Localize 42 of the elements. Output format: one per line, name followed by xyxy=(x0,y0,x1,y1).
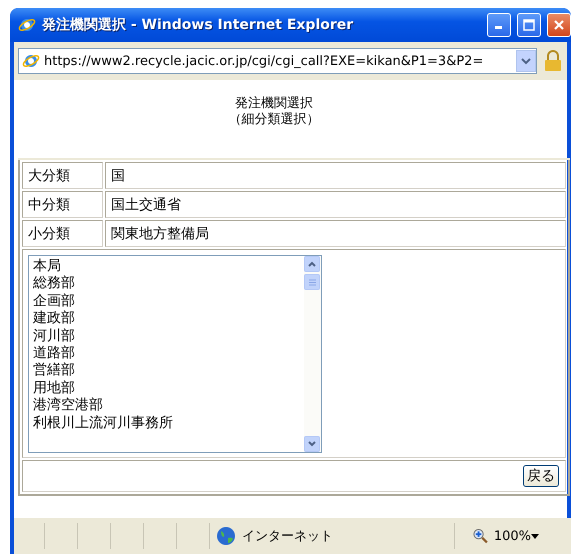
page-heading: （細分類選択） xyxy=(228,112,320,128)
scroll-up-button[interactable] xyxy=(304,256,320,272)
list-item[interactable]: 用地部 xyxy=(33,380,75,398)
list-box[interactable]: 本局 総務部 企画部 建政部 河川部 道路部 営繕部 用地部 港湾空港部 利根川上流河川事務所 xyxy=(28,255,322,453)
field-value: 関東地方整備局 xyxy=(105,220,566,247)
zone-label: インターネット xyxy=(242,528,333,545)
window-title: 発注機関選択 - Windows Internet Explorer xyxy=(42,16,354,34)
browser-icon xyxy=(18,16,36,34)
close-button[interactable] xyxy=(547,13,571,37)
list-item[interactable]: 企画部 xyxy=(33,292,75,310)
back-button[interactable]: 戻る xyxy=(523,465,559,487)
minimize-button[interactable] xyxy=(487,13,511,37)
list-item[interactable]: 営繕部 xyxy=(33,362,75,380)
field-value: 国 xyxy=(105,162,566,189)
list-item[interactable]: 利根川上流河川事務所 xyxy=(33,414,173,432)
chevron-down-icon xyxy=(308,441,316,447)
zoom-level[interactable]: 100% xyxy=(494,528,531,544)
caret-icon[interactable] xyxy=(531,534,539,538)
address-field[interactable]: https://www2.recycle.jacic.or.jp/cgi/cgi_call?EXE=kikan&P1=3&P2= xyxy=(18,48,537,74)
globe-icon xyxy=(216,526,236,546)
field-label: 中分類 xyxy=(22,191,103,218)
list-item[interactable]: 建政部 xyxy=(33,310,75,328)
scroll-thumb[interactable] xyxy=(304,274,320,290)
zoom-icon xyxy=(473,528,488,544)
field-label: 小分類 xyxy=(22,220,103,247)
chevron-down-icon xyxy=(521,57,531,65)
page-icon xyxy=(22,52,40,70)
maximize-button[interactable] xyxy=(517,13,541,37)
scroll-down-button[interactable] xyxy=(304,436,320,452)
chevron-up-icon xyxy=(308,261,316,267)
maximize-icon xyxy=(523,19,535,31)
list-item[interactable]: 河川部 xyxy=(33,328,75,346)
padlock-icon xyxy=(543,50,563,72)
dropdown-button[interactable] xyxy=(516,50,536,72)
list-item[interactable]: 港湾空港部 xyxy=(33,397,103,415)
list-item[interactable]: 総務部 xyxy=(33,275,75,293)
list-item[interactable]: 本局 xyxy=(33,258,61,276)
field-label: 大分類 xyxy=(22,162,103,189)
close-icon xyxy=(553,19,565,31)
list-item[interactable]: 道路部 xyxy=(33,345,75,362)
page-heading: 発注機関選択 xyxy=(235,96,313,112)
field-value: 国土交通省 xyxy=(105,191,566,218)
